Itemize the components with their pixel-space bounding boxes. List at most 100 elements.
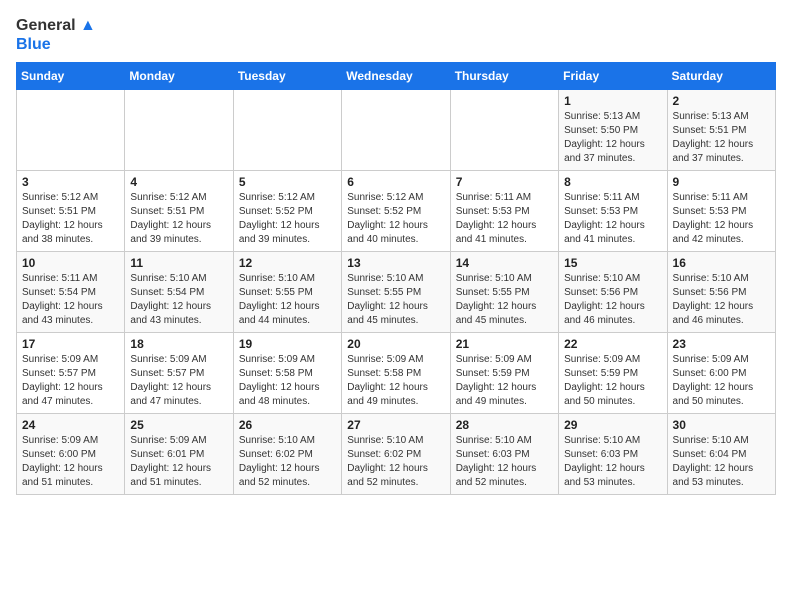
day-number: 25 <box>130 418 227 432</box>
day-number: 9 <box>673 175 770 189</box>
day-header-thursday: Thursday <box>450 63 558 90</box>
day-number: 14 <box>456 256 553 270</box>
day-header-saturday: Saturday <box>667 63 775 90</box>
day-header-sunday: Sunday <box>17 63 125 90</box>
day-number: 8 <box>564 175 661 189</box>
day-info: Sunrise: 5:13 AM Sunset: 5:51 PM Dayligh… <box>673 110 770 166</box>
calendar-cell: 29 Sunrise: 5:10 AM Sunset: 6:03 PM Dayli… <box>559 414 667 495</box>
calendar-cell <box>450 90 558 171</box>
day-number: 23 <box>673 337 770 351</box>
day-info: Sunrise: 5:11 AM Sunset: 5:53 PM Dayligh… <box>673 191 770 247</box>
day-number: 2 <box>673 94 770 108</box>
calendar-cell: 19 Sunrise: 5:09 AM Sunset: 5:58 PM Dayli… <box>233 333 341 414</box>
day-number: 5 <box>239 175 336 189</box>
calendar-cell: 7Sunrise: 5:11 AM Sunset: 5:53 PM Daylig… <box>450 171 558 252</box>
calendar-cell <box>125 90 233 171</box>
day-number: 22 <box>564 337 661 351</box>
day-info: Sunrise: 5:10 AM Sunset: 6:02 PM Dayligh… <box>239 434 336 490</box>
day-number: 3 <box>22 175 119 189</box>
day-info: Sunrise: 5:10 AM Sunset: 5:55 PM Dayligh… <box>347 272 444 328</box>
day-number: 7 <box>456 175 553 189</box>
day-info: Sunrise: 5:09 AM Sunset: 5:59 PM Dayligh… <box>456 353 553 409</box>
day-number: 24 <box>22 418 119 432</box>
calendar-cell: 1 Sunrise: 5:13 AM Sunset: 5:50 PM Daylig… <box>559 90 667 171</box>
day-info: Sunrise: 5:10 AM Sunset: 5:56 PM Dayligh… <box>564 272 661 328</box>
calendar-cell: 6Sunrise: 5:12 AM Sunset: 5:52 PM Daylig… <box>342 171 450 252</box>
day-number: 17 <box>22 337 119 351</box>
day-info: Sunrise: 5:10 AM Sunset: 5:56 PM Dayligh… <box>673 272 770 328</box>
calendar-cell: 8 Sunrise: 5:11 AM Sunset: 5:53 PM Daylig… <box>559 171 667 252</box>
calendar-cell: 28 Sunrise: 5:10 AM Sunset: 6:03 PM Dayli… <box>450 414 558 495</box>
calendar-cell: 15 Sunrise: 5:10 AM Sunset: 5:56 PM Dayli… <box>559 252 667 333</box>
day-info: Sunrise: 5:09 AM Sunset: 5:57 PM Dayligh… <box>22 353 119 409</box>
day-number: 16 <box>673 256 770 270</box>
day-number: 28 <box>456 418 553 432</box>
day-info: Sunrise: 5:10 AM Sunset: 5:54 PM Dayligh… <box>130 272 227 328</box>
week-row-4: 17 Sunrise: 5:09 AM Sunset: 5:57 PM Dayli… <box>17 333 776 414</box>
day-number: 30 <box>673 418 770 432</box>
day-info: Sunrise: 5:12 AM Sunset: 5:51 PM Dayligh… <box>22 191 119 247</box>
calendar-cell <box>17 90 125 171</box>
page-header: General ▲ Blue <box>16 16 776 54</box>
calendar-cell: 18 Sunrise: 5:09 AM Sunset: 5:57 PM Dayli… <box>125 333 233 414</box>
day-number: 19 <box>239 337 336 351</box>
day-number: 21 <box>456 337 553 351</box>
day-info: Sunrise: 5:12 AM Sunset: 5:51 PM Dayligh… <box>130 191 227 247</box>
day-number: 26 <box>239 418 336 432</box>
day-info: Sunrise: 5:11 AM Sunset: 5:54 PM Dayligh… <box>22 272 119 328</box>
day-number: 20 <box>347 337 444 351</box>
day-number: 13 <box>347 256 444 270</box>
calendar-cell: 21 Sunrise: 5:09 AM Sunset: 5:59 PM Dayli… <box>450 333 558 414</box>
week-row-2: 3 Sunrise: 5:12 AM Sunset: 5:51 PM Daylig… <box>17 171 776 252</box>
day-info: Sunrise: 5:09 AM Sunset: 6:00 PM Dayligh… <box>22 434 119 490</box>
calendar-cell: 27 Sunrise: 5:10 AM Sunset: 6:02 PM Dayli… <box>342 414 450 495</box>
calendar-cell: 23 Sunrise: 5:09 AM Sunset: 6:00 PM Dayli… <box>667 333 775 414</box>
calendar-cell: 11 Sunrise: 5:10 AM Sunset: 5:54 PM Dayli… <box>125 252 233 333</box>
calendar-cell: 12Sunrise: 5:10 AM Sunset: 5:55 PM Dayli… <box>233 252 341 333</box>
day-info: Sunrise: 5:11 AM Sunset: 5:53 PM Dayligh… <box>564 191 661 247</box>
calendar-cell: 5 Sunrise: 5:12 AM Sunset: 5:52 PM Daylig… <box>233 171 341 252</box>
day-number: 29 <box>564 418 661 432</box>
calendar-cell: 22Sunrise: 5:09 AM Sunset: 5:59 PM Dayli… <box>559 333 667 414</box>
day-info: Sunrise: 5:09 AM Sunset: 5:58 PM Dayligh… <box>239 353 336 409</box>
day-header-friday: Friday <box>559 63 667 90</box>
week-row-3: 10 Sunrise: 5:11 AM Sunset: 5:54 PM Dayli… <box>17 252 776 333</box>
calendar-cell: 17 Sunrise: 5:09 AM Sunset: 5:57 PM Dayli… <box>17 333 125 414</box>
day-info: Sunrise: 5:12 AM Sunset: 5:52 PM Dayligh… <box>239 191 336 247</box>
header-row: SundayMondayTuesdayWednesdayThursdayFrid… <box>17 63 776 90</box>
day-info: Sunrise: 5:10 AM Sunset: 6:02 PM Dayligh… <box>347 434 444 490</box>
day-info: Sunrise: 5:10 AM Sunset: 6:03 PM Dayligh… <box>564 434 661 490</box>
day-header-monday: Monday <box>125 63 233 90</box>
day-number: 4 <box>130 175 227 189</box>
calendar-cell: 13 Sunrise: 5:10 AM Sunset: 5:55 PM Dayli… <box>342 252 450 333</box>
day-info: Sunrise: 5:09 AM Sunset: 6:01 PM Dayligh… <box>130 434 227 490</box>
day-number: 1 <box>564 94 661 108</box>
day-info: Sunrise: 5:12 AM Sunset: 5:52 PM Dayligh… <box>347 191 444 247</box>
calendar-cell: 20Sunrise: 5:09 AM Sunset: 5:58 PM Dayli… <box>342 333 450 414</box>
calendar-table: SundayMondayTuesdayWednesdayThursdayFrid… <box>16 62 776 495</box>
day-number: 18 <box>130 337 227 351</box>
day-info: Sunrise: 5:09 AM Sunset: 6:00 PM Dayligh… <box>673 353 770 409</box>
calendar-cell: 2 Sunrise: 5:13 AM Sunset: 5:51 PM Daylig… <box>667 90 775 171</box>
week-row-5: 24 Sunrise: 5:09 AM Sunset: 6:00 PM Dayli… <box>17 414 776 495</box>
week-row-1: 1 Sunrise: 5:13 AM Sunset: 5:50 PM Daylig… <box>17 90 776 171</box>
day-info: Sunrise: 5:10 AM Sunset: 5:55 PM Dayligh… <box>239 272 336 328</box>
calendar-cell <box>233 90 341 171</box>
calendar-cell: 14 Sunrise: 5:10 AM Sunset: 5:55 PM Dayli… <box>450 252 558 333</box>
calendar-cell: 26 Sunrise: 5:10 AM Sunset: 6:02 PM Dayli… <box>233 414 341 495</box>
day-info: Sunrise: 5:10 AM Sunset: 6:03 PM Dayligh… <box>456 434 553 490</box>
calendar-cell: 24 Sunrise: 5:09 AM Sunset: 6:00 PM Dayli… <box>17 414 125 495</box>
calendar-cell: 3 Sunrise: 5:12 AM Sunset: 5:51 PM Daylig… <box>17 171 125 252</box>
day-number: 10 <box>22 256 119 270</box>
calendar-cell: 30Sunrise: 5:10 AM Sunset: 6:04 PM Dayli… <box>667 414 775 495</box>
day-info: Sunrise: 5:10 AM Sunset: 5:55 PM Dayligh… <box>456 272 553 328</box>
logo: General ▲ Blue <box>16 16 96 54</box>
day-number: 15 <box>564 256 661 270</box>
day-number: 11 <box>130 256 227 270</box>
day-info: Sunrise: 5:13 AM Sunset: 5:50 PM Dayligh… <box>564 110 661 166</box>
day-info: Sunrise: 5:09 AM Sunset: 5:57 PM Dayligh… <box>130 353 227 409</box>
calendar-cell: 9 Sunrise: 5:11 AM Sunset: 5:53 PM Daylig… <box>667 171 775 252</box>
calendar-cell: 4 Sunrise: 5:12 AM Sunset: 5:51 PM Daylig… <box>125 171 233 252</box>
day-number: 27 <box>347 418 444 432</box>
day-header-wednesday: Wednesday <box>342 63 450 90</box>
